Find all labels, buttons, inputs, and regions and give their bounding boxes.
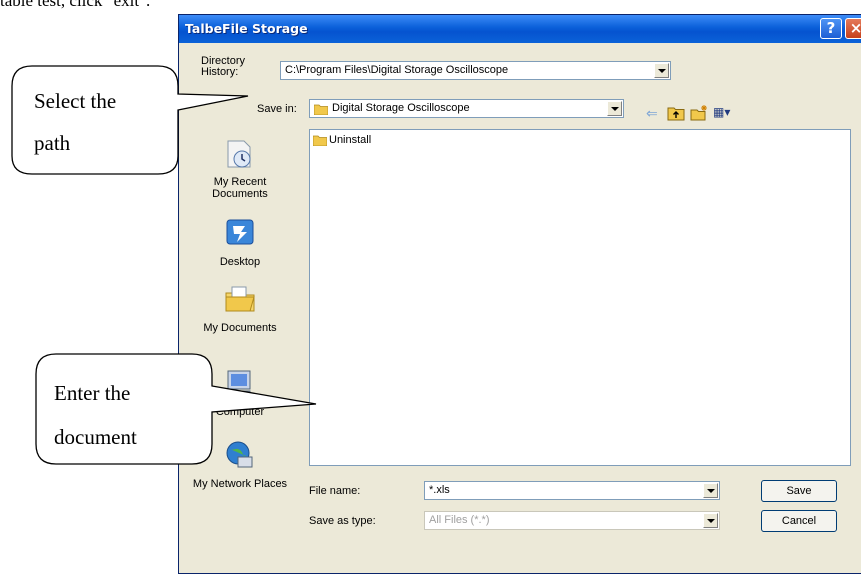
desktop-icon — [226, 219, 254, 245]
place-label: Desktop — [219, 256, 261, 268]
callout-line-1: Select the — [34, 89, 117, 113]
document-top-text: table test, click "exit". — [0, 0, 151, 10]
callout-line-2: path — [34, 131, 71, 155]
place-label: My Documents — [203, 322, 277, 334]
view-menu-icon[interactable]: ▦▾ — [713, 105, 731, 121]
title-bar[interactable]: TalbeFile Storage ? × — [179, 15, 861, 43]
callout-line-2: document — [54, 425, 137, 449]
file-name-value: *.xls — [429, 484, 450, 496]
close-button[interactable]: × — [845, 18, 861, 39]
save-as-type-dropdown-icon[interactable] — [703, 513, 718, 528]
file-list[interactable]: Uninstall — [309, 129, 851, 466]
save-in-dropdown-icon[interactable] — [607, 101, 622, 116]
enter-document-callout: Enter the document — [34, 352, 324, 468]
folder-icon — [313, 135, 327, 146]
directory-history-value: C:\Program Files\Digital Storage Oscillo… — [285, 64, 509, 76]
up-folder-icon[interactable] — [667, 105, 685, 121]
save-as-type-combo[interactable]: All Files (*.*) — [424, 511, 720, 530]
file-name-text: Uninstall — [329, 134, 372, 146]
directory-history-dropdown-icon[interactable] — [654, 63, 669, 78]
back-arrow-icon[interactable]: ⇐ — [646, 105, 664, 121]
list-item[interactable]: Uninstall — [313, 134, 371, 146]
new-folder-icon[interactable] — [690, 105, 708, 121]
save-in-value: Digital Storage Oscilloscope — [332, 102, 470, 114]
file-name-label: File name: — [309, 485, 361, 497]
callout-line-1-wrap: Enter the — [54, 376, 204, 410]
folder-icon — [314, 104, 328, 115]
my-documents-icon — [225, 286, 255, 312]
help-button[interactable]: ? — [820, 18, 842, 39]
file-name-combo[interactable]: *.xls — [424, 481, 720, 500]
save-as-type-value: All Files (*.*) — [429, 514, 490, 526]
place-label: My Recent Documents — [212, 176, 268, 200]
place-label: My Network Places — [192, 478, 288, 490]
place-my-documents[interactable]: My Documents — [185, 283, 295, 334]
save-in-combo[interactable]: Digital Storage Oscilloscope — [309, 99, 624, 118]
cancel-button[interactable]: Cancel — [761, 510, 837, 532]
file-storage-dialog: TalbeFile Storage ? × Directory History:… — [178, 14, 861, 574]
save-as-type-label: Save as type: — [309, 515, 376, 527]
callout-line-1: Enter the — [54, 381, 131, 405]
save-in-label: Save in: — [257, 103, 297, 115]
directory-history-combo[interactable]: C:\Program Files\Digital Storage Oscillo… — [280, 61, 671, 80]
file-name-dropdown-icon[interactable] — [703, 483, 718, 498]
window-title: TalbeFile Storage — [185, 21, 308, 36]
select-path-callout: Select the path — [10, 64, 250, 176]
place-desktop[interactable]: Desktop — [185, 217, 295, 268]
save-button[interactable]: Save — [761, 480, 837, 502]
